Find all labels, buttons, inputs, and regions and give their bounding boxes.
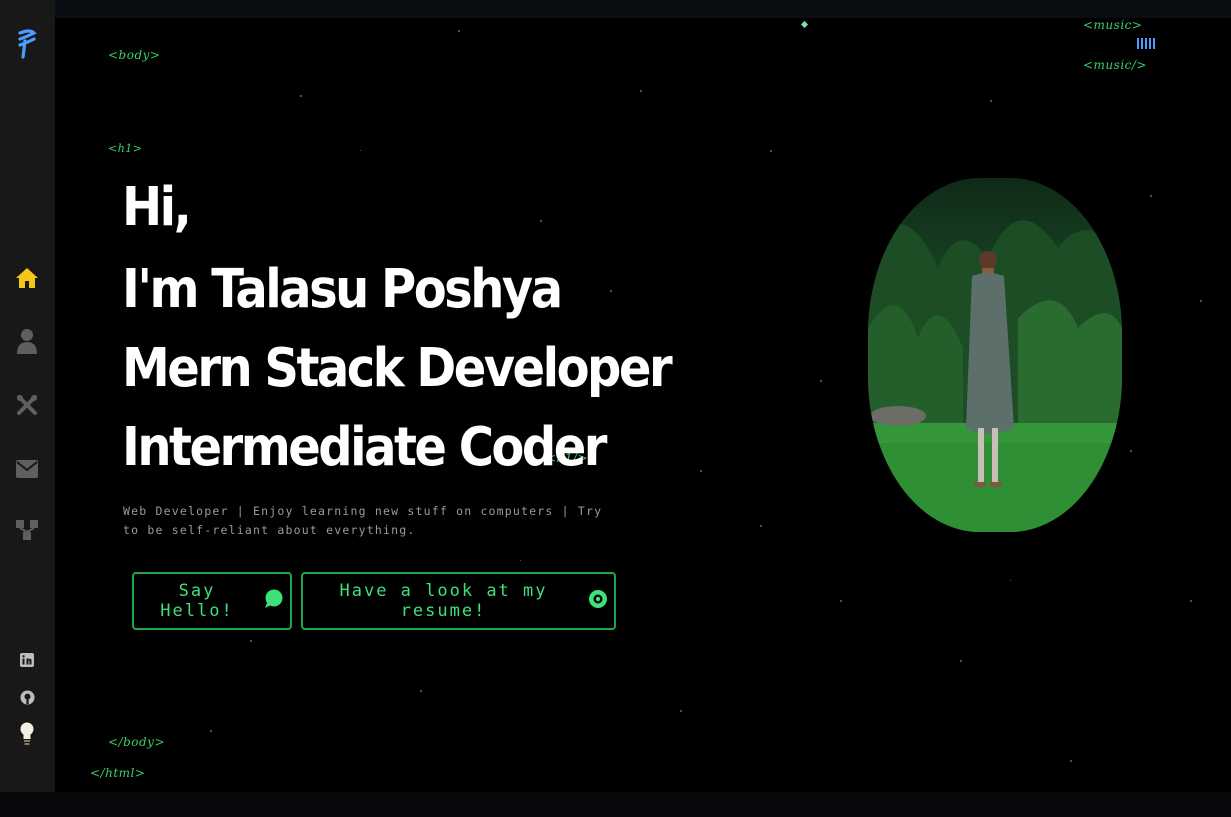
home-icon[interactable] xyxy=(14,265,40,291)
body-close-tag: </body> xyxy=(108,735,166,749)
html-close-tag: </html> xyxy=(90,766,146,780)
github-icon[interactable] xyxy=(14,684,40,710)
hero-greeting: Hi, xyxy=(122,175,192,239)
bottom-strip xyxy=(0,792,1231,817)
tools-icon[interactable] xyxy=(14,392,40,418)
say-hello-label: Say Hello! xyxy=(160,581,234,621)
profile-photo xyxy=(868,178,1122,532)
resume-label: Have a look at my resume! xyxy=(339,581,548,621)
music-toggle[interactable] xyxy=(1137,38,1155,49)
projects-icon[interactable] xyxy=(14,516,40,542)
hero-level: Intermediate Coder xyxy=(122,415,607,479)
bio-text: Web Developer | Enjoy learning new stuff… xyxy=(123,504,603,537)
sidebar xyxy=(0,0,55,792)
hero-name: I'm Talasu Poshya xyxy=(122,257,563,321)
resume-button[interactable]: Have a look at my resume! xyxy=(301,572,616,630)
music-open-tag: <music> xyxy=(1083,18,1143,32)
user-icon[interactable] xyxy=(14,328,40,354)
h1-open-tag: <h1> xyxy=(108,142,143,155)
music-close-tag: <music/> xyxy=(1083,58,1147,72)
body-open-tag: <body> xyxy=(108,48,161,62)
hero-role: Mern Stack Developer xyxy=(122,336,673,400)
sparkle xyxy=(800,20,809,29)
mail-icon[interactable] xyxy=(14,456,40,482)
top-bar xyxy=(0,0,1231,18)
say-hello-button[interactable]: Say Hello! xyxy=(132,572,292,630)
lightbulb-icon[interactable] xyxy=(14,721,40,747)
eye-icon xyxy=(588,589,608,614)
linkedin-icon[interactable] xyxy=(14,647,40,673)
chat-bubble-icon xyxy=(264,589,284,614)
logo-icon[interactable] xyxy=(14,29,40,59)
